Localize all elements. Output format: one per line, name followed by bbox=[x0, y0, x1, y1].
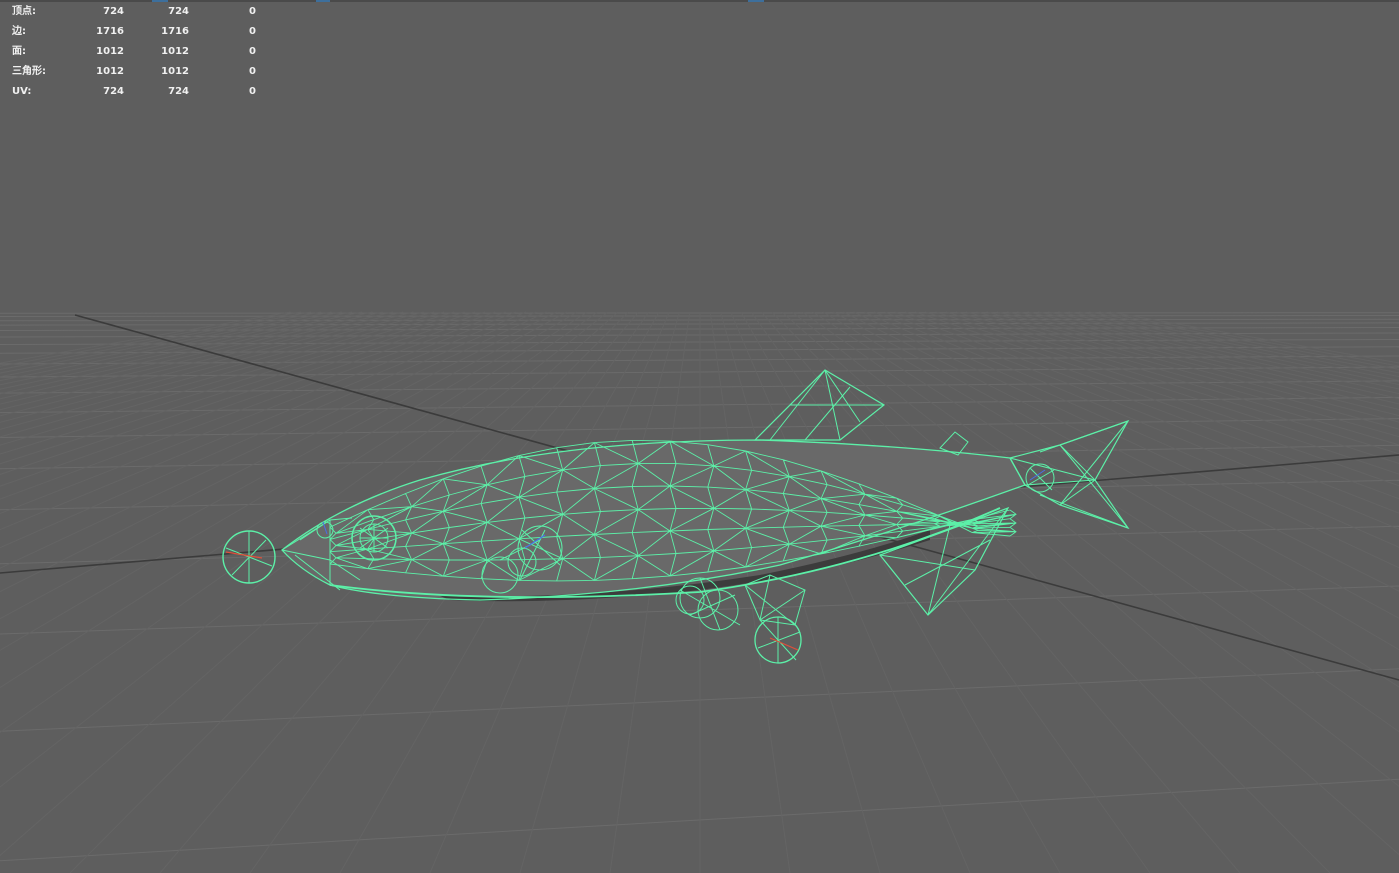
hud-value: 724 bbox=[168, 86, 189, 97]
grid-line bbox=[986, 311, 1399, 417]
hud-value: 0 bbox=[249, 86, 256, 97]
poly-count-hud: 顶点: 724 724 0 边: 1716 1716 0 面: 1012 101… bbox=[12, 2, 272, 102]
hud-row-vertices: 顶点: 724 724 0 bbox=[12, 2, 272, 22]
hud-row-triangles: 三角形: 1012 1012 0 bbox=[12, 62, 272, 82]
grid-line bbox=[0, 311, 342, 382]
hud-value: 0 bbox=[249, 46, 256, 57]
grid-line bbox=[771, 311, 1331, 873]
grid-line bbox=[761, 311, 1241, 873]
grid-line bbox=[709, 311, 791, 873]
hud-value: 724 bbox=[103, 86, 124, 97]
hud-label: UV: bbox=[12, 86, 32, 97]
3d-viewport[interactable]: 顶点: 724 724 0 边: 1716 1716 0 面: 1012 101… bbox=[0, 0, 1399, 873]
hud-value: 1012 bbox=[96, 46, 124, 57]
hud-value: 724 bbox=[168, 6, 189, 17]
grid-line bbox=[0, 311, 414, 417]
hud-label: 面: bbox=[12, 46, 26, 57]
hud-value: 1716 bbox=[161, 26, 189, 37]
grid-line bbox=[832, 311, 1399, 619]
hud-value: 0 bbox=[249, 6, 256, 17]
hud-row-uvs: UV: 724 724 0 bbox=[12, 82, 272, 102]
grid-line bbox=[966, 311, 1399, 430]
grid-line bbox=[955, 311, 1399, 438]
grid-line bbox=[0, 311, 404, 411]
grid-line bbox=[0, 311, 394, 405]
hud-row-edges: 边: 1716 1716 0 bbox=[12, 22, 272, 42]
grid-line bbox=[750, 311, 1151, 873]
hud-row-faces: 面: 1012 1012 0 bbox=[12, 42, 272, 62]
hud-value: 724 bbox=[103, 6, 124, 17]
hud-label: 三角形: bbox=[12, 66, 46, 77]
hud-value: 1716 bbox=[96, 26, 124, 37]
hud-value: 0 bbox=[249, 66, 256, 77]
hud-label: 边: bbox=[12, 26, 26, 37]
scene-canvas[interactable] bbox=[0, 0, 1399, 873]
hud-value: 1012 bbox=[161, 46, 189, 57]
grid-line bbox=[791, 311, 1399, 787]
hud-label: 顶点: bbox=[12, 6, 36, 17]
hud-value: 1012 bbox=[96, 66, 124, 77]
hud-value: 1012 bbox=[161, 66, 189, 77]
grid-line bbox=[853, 311, 1399, 569]
grid-line bbox=[945, 311, 1399, 446]
grid-line bbox=[0, 311, 312, 371]
grid-line bbox=[925, 311, 1399, 464]
hud-value: 0 bbox=[249, 26, 256, 37]
